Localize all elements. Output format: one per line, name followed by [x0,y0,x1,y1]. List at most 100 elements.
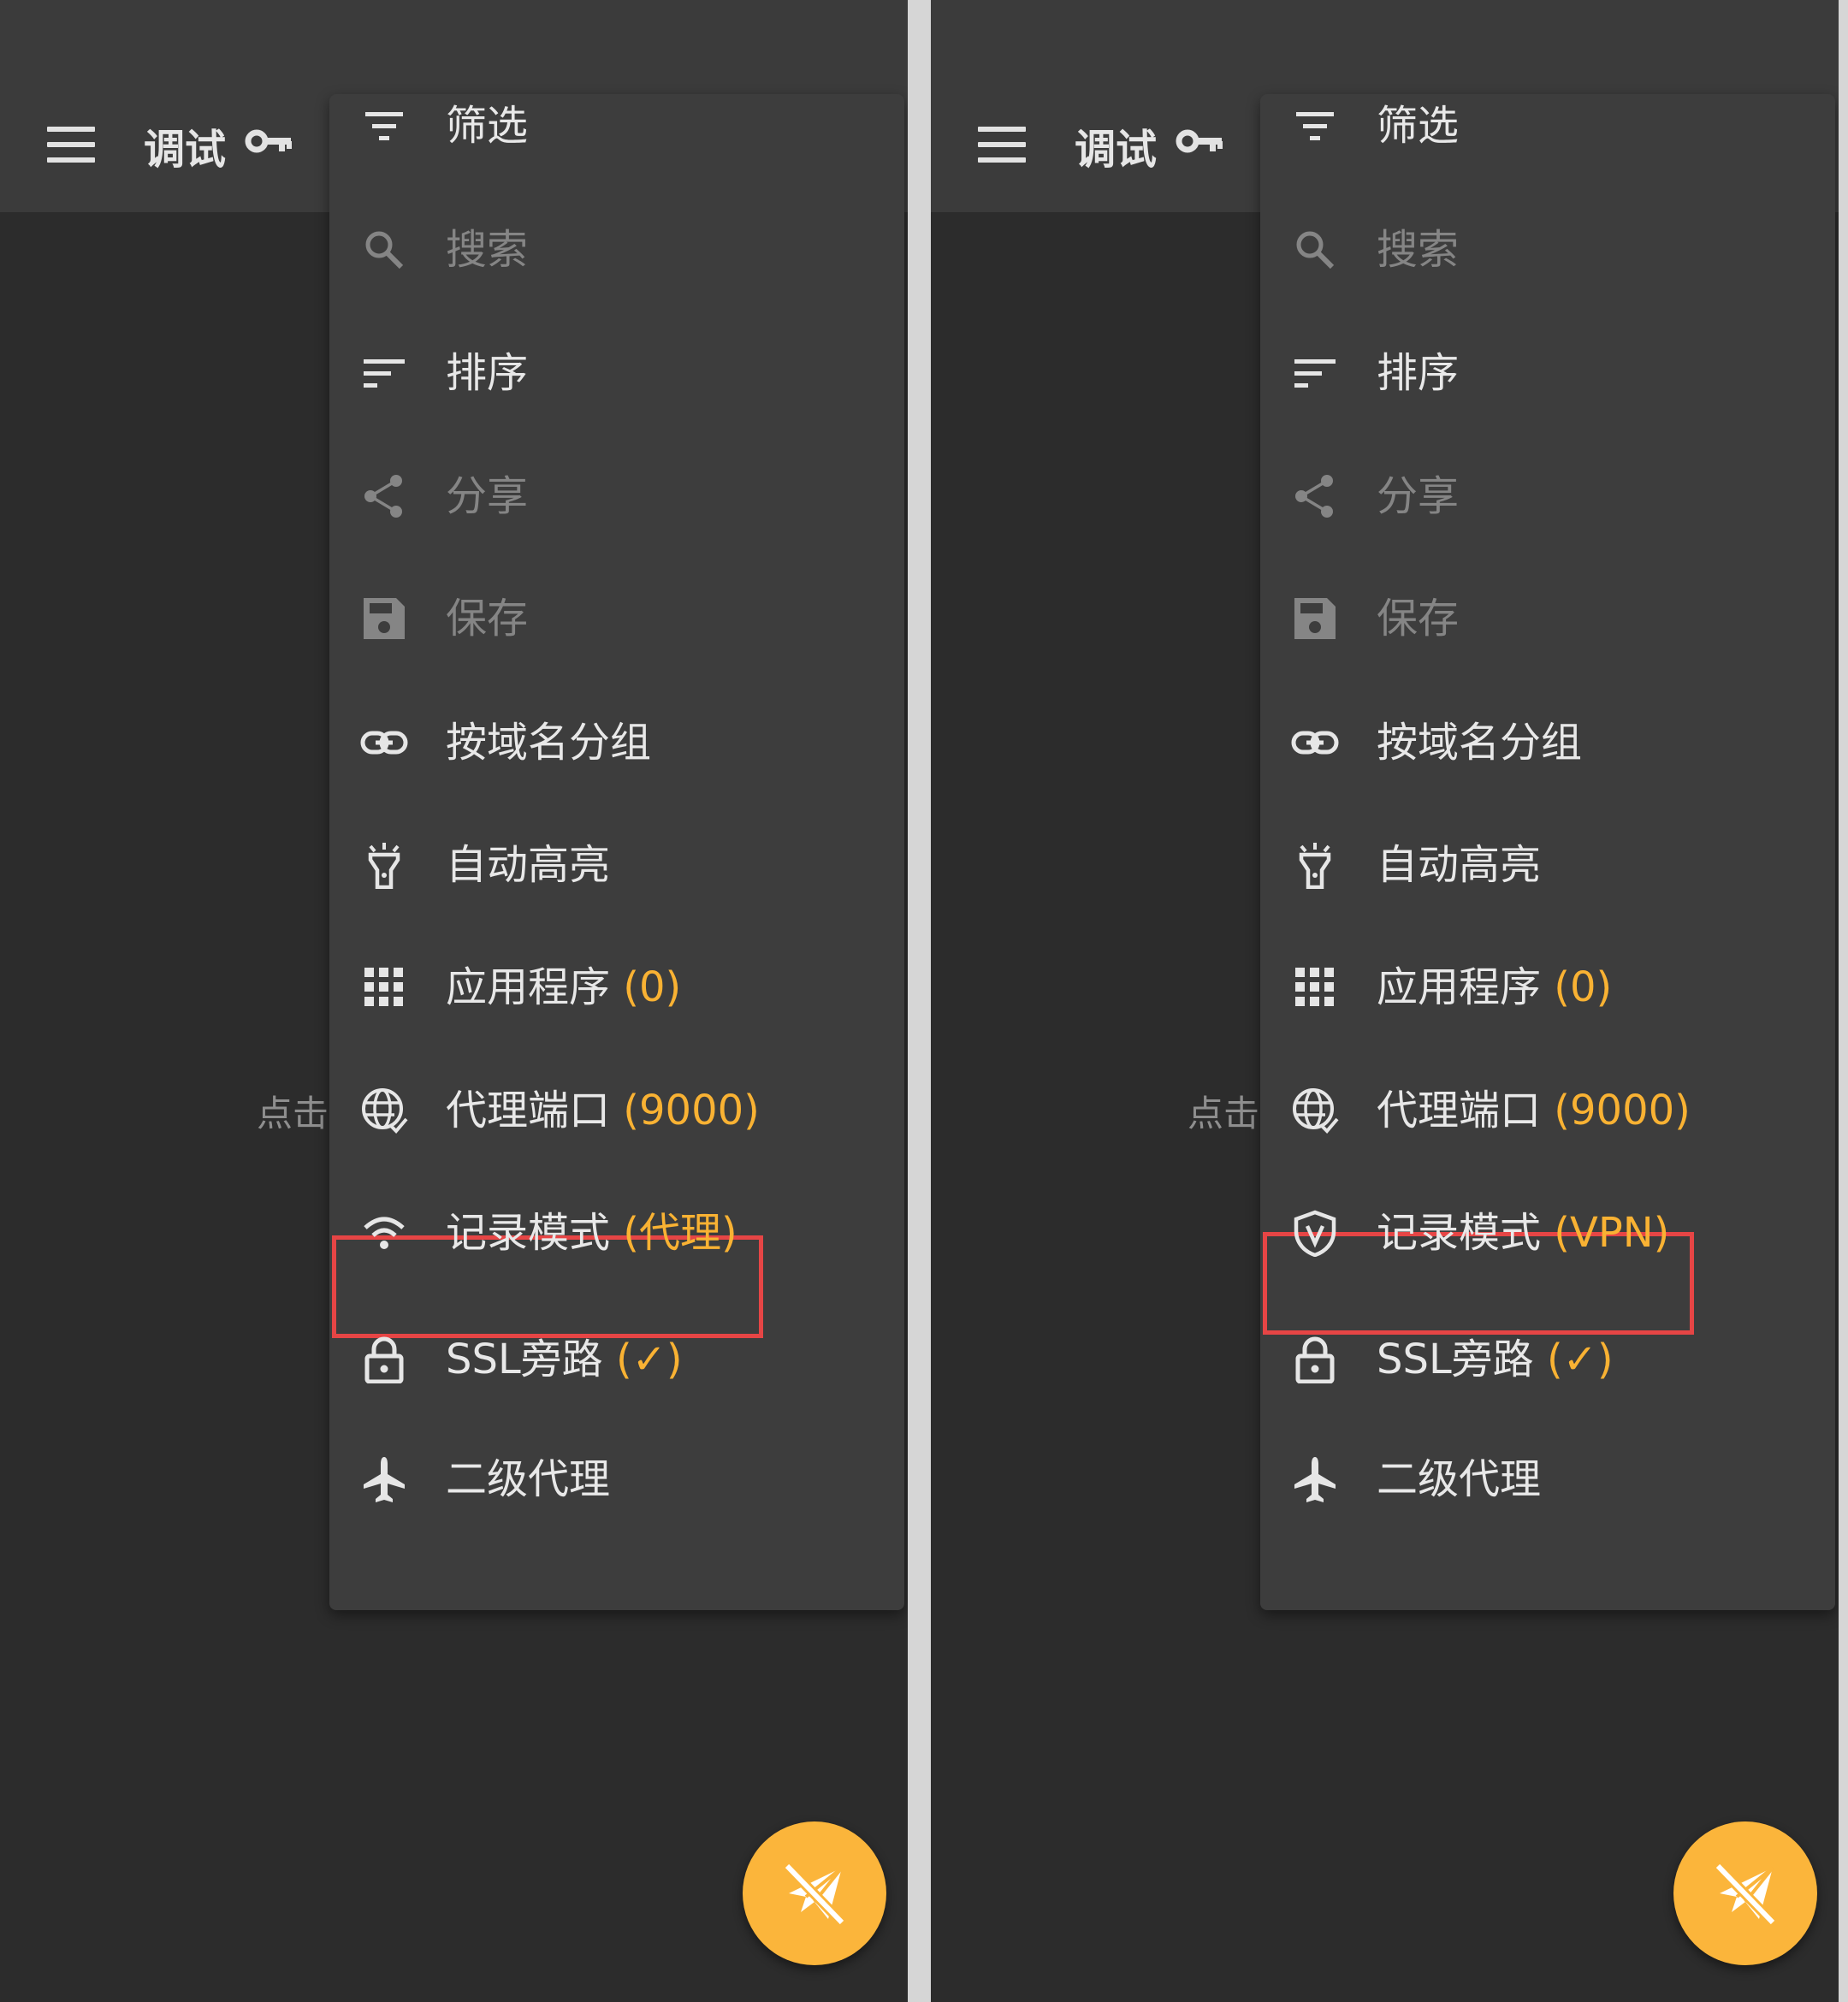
search-icon [1296,231,1335,270]
menu-item[interactable]: 保存 [1260,567,1835,670]
vpn-shield-icon [1294,1210,1336,1257]
wifi-icon [364,1217,405,1249]
flashlight-icon [1299,843,1331,889]
no-send-icon [1714,1862,1777,1927]
menu-item[interactable]: 记录模式 (VPN) [1260,1182,1835,1284]
menu-item[interactable]: 自动高亮 [1260,814,1835,916]
save-icon [364,598,405,639]
menu-item-label: 保存 [1377,567,1459,670]
menu-item-value: (代理) [623,1209,737,1257]
left-panel: 调试 点击 筛选搜索排序分享保存按域名分组自动高亮应用程序 (0) 代理端口 (9… [0,0,908,2002]
key-icon [245,129,292,153]
menu-item-label: 筛选 [446,74,528,177]
menu-item[interactable]: 应用程序 (0) [329,936,904,1039]
menu-item-label: 分享 [1377,445,1459,548]
menu-item-label: SSL旁路 (✓) [1377,1308,1614,1411]
menu-item[interactable]: 二级代理 [329,1428,904,1531]
menu-item-text: 记录模式 [1377,1209,1555,1257]
filter-icon [365,112,403,140]
menu-item[interactable]: 代理端口 (9000) [1260,1059,1835,1162]
menu-item-label: 自动高亮 [1377,814,1541,916]
menu-item-label: 二级代理 [446,1428,610,1531]
menu-item[interactable]: 筛选 [329,74,904,177]
menu-item[interactable]: 代理端口 (9000) [329,1059,904,1162]
share-icon [364,475,402,518]
fab-button[interactable] [1673,1821,1817,1965]
menu-item-value: (VPN) [1554,1209,1670,1257]
menu-item-value: (✓) [615,1336,683,1383]
menu-item[interactable]: 记录模式 (代理) [329,1182,904,1284]
globe-icon [362,1088,408,1134]
airplane-icon [364,1457,405,1502]
menu-item-text: SSL旁路 [446,1336,616,1383]
menu-item[interactable]: 搜索 [329,198,904,301]
menu-item-text: 记录模式 [446,1209,624,1257]
menu-item-text: 搜索 [446,226,529,274]
menu-item[interactable]: SSL旁路 (✓) [1260,1308,1835,1411]
link-icon [1291,731,1339,755]
no-send-icon [783,1862,846,1927]
menu-item-label: 筛选 [1377,74,1459,177]
menu-item-text: 二级代理 [1377,1455,1542,1503]
menu-item[interactable]: 排序 [1260,322,1835,424]
menu-item-text: 筛选 [446,102,529,150]
menu-item[interactable]: 排序 [329,322,904,424]
apps-grid-icon [1295,968,1334,1006]
menu-item-text: 筛选 [1377,102,1460,150]
menu-item-text: 应用程序 [1377,963,1555,1011]
share-icon [1295,475,1333,518]
menu-item-text: 应用程序 [446,963,624,1011]
lock-icon [1295,1336,1335,1383]
menu-item-label: 按域名分组 [446,691,651,794]
fab-button[interactable] [743,1821,886,1965]
menu-item-label: 自动高亮 [446,814,610,916]
menu-item[interactable]: 应用程序 (0) [1260,936,1835,1039]
menu-item-text: 自动高亮 [1377,841,1542,889]
menu-icon[interactable] [975,124,1028,167]
filter-icon [1296,112,1334,140]
lock-icon [364,1336,404,1383]
menu-item-value: (0) [1554,963,1613,1011]
link-icon [360,731,408,755]
menu-item-text: 排序 [1377,349,1460,397]
menu-item-label: 二级代理 [1377,1428,1541,1531]
sort-icon [1294,359,1336,388]
menu-item[interactable]: 自动高亮 [329,814,904,916]
menu-item-label: 排序 [446,322,528,424]
airplane-icon [1294,1457,1336,1502]
menu-item-text: 自动高亮 [446,841,611,889]
menu-item-label: 保存 [446,567,528,670]
menu-item-text: 保存 [1377,595,1460,643]
menu-item[interactable]: 搜索 [1260,198,1835,301]
menu-item-label: 排序 [1377,322,1459,424]
menu-item-text: 代理端口 [1377,1087,1555,1134]
background-hint-text: 点击 [257,1093,329,1134]
menu-item[interactable]: 按域名分组 [329,691,904,794]
menu-item-text: 保存 [446,595,529,643]
menu-item-text: 排序 [446,349,529,397]
menu-item-label: 记录模式 (VPN) [1377,1182,1669,1284]
menu-item[interactable]: 按域名分组 [1260,691,1835,794]
menu-item[interactable]: 保存 [329,567,904,670]
background-hint-text: 点击 [1188,1093,1260,1134]
menu-item-label: 应用程序 (0) [1377,936,1612,1039]
menu-icon[interactable] [44,124,98,167]
menu-item[interactable]: SSL旁路 (✓) [329,1308,904,1411]
menu-item-value: (9000) [1554,1087,1691,1134]
menu-item-label: SSL旁路 (✓) [446,1308,683,1411]
app-title: 调试 [1075,126,1158,174]
menu-item[interactable]: 筛选 [1260,74,1835,177]
menu-item-text: 搜索 [1377,226,1460,274]
menu-item-label: 记录模式 (代理) [446,1182,737,1284]
menu-item-value: (9000) [623,1087,760,1134]
key-icon [1176,129,1223,153]
menu-item-label: 按域名分组 [1377,691,1582,794]
menu-item-text: 按域名分组 [1377,719,1583,767]
app-title: 调试 [144,126,227,174]
menu-item-value: (✓) [1546,1336,1614,1383]
menu-item[interactable]: 二级代理 [1260,1428,1835,1531]
menu-item-text: 按域名分组 [446,719,652,767]
menu-item[interactable]: 分享 [1260,445,1835,548]
menu-item-label: 代理端口 (9000) [1377,1059,1691,1162]
menu-item[interactable]: 分享 [329,445,904,548]
